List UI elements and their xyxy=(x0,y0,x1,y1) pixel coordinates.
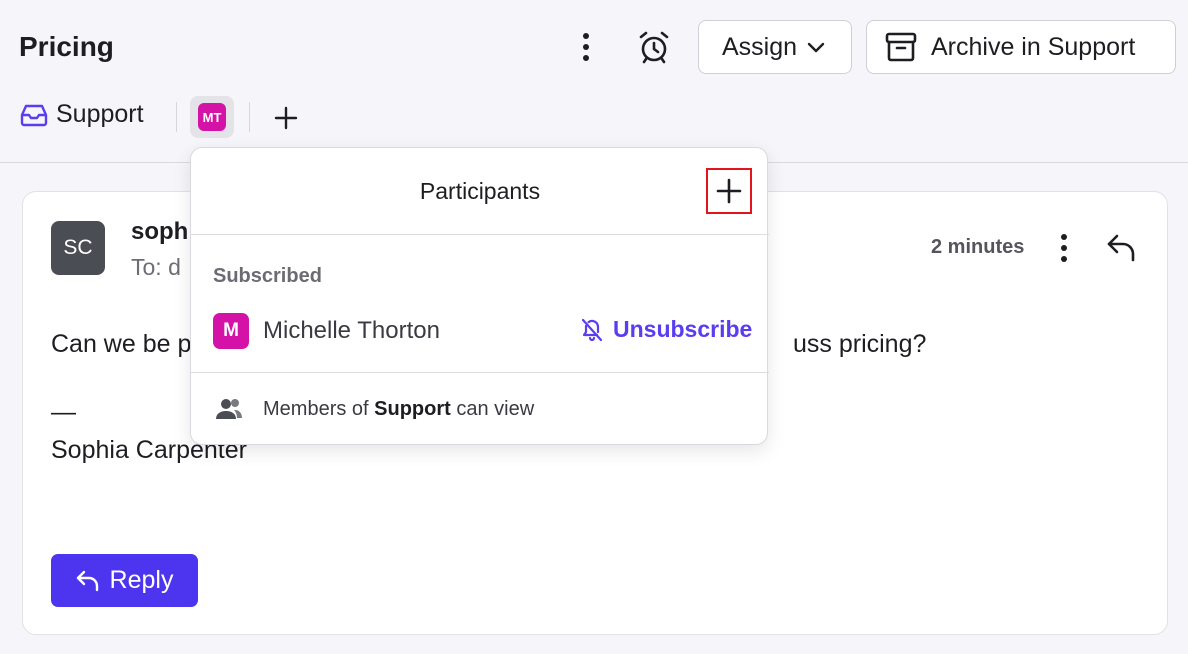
visibility-suffix: can view xyxy=(456,397,535,420)
visibility-prefix: Members of xyxy=(263,397,369,420)
avatar: MT xyxy=(198,103,226,131)
more-vertical-icon xyxy=(1061,234,1067,262)
unsubscribe-button[interactable]: Unsubscribe xyxy=(581,316,752,343)
section-label: Subscribed xyxy=(213,265,322,287)
recipient-text: To: d xyxy=(131,254,181,280)
divider xyxy=(191,372,769,373)
participant-name: Michelle Thorton xyxy=(263,317,440,344)
alarm-clock-icon xyxy=(639,31,669,64)
sender-name: soph xyxy=(131,218,189,245)
message-reply-button[interactable] xyxy=(1105,232,1139,264)
plus-icon xyxy=(716,178,742,204)
popover-title: Participants xyxy=(419,178,541,204)
message-body-start: Can we be p xyxy=(51,330,192,358)
signature-dash: — xyxy=(51,398,76,426)
avatar: M xyxy=(213,313,249,349)
archive-button[interactable]: Archive in Support xyxy=(866,20,1176,74)
participants-button[interactable]: MT xyxy=(190,96,234,138)
add-participant-button[interactable] xyxy=(706,168,752,214)
more-vertical-icon xyxy=(583,33,589,61)
users-icon xyxy=(215,397,243,421)
assign-label: Assign xyxy=(722,32,798,61)
message-more-button[interactable] xyxy=(1053,232,1075,264)
conversation-header: Pricing Assign Archive in Support Suppor… xyxy=(0,0,1188,163)
participants-popover: Participants Subscribed M Michelle Thort… xyxy=(190,147,769,445)
reply-icon xyxy=(76,570,100,592)
page-title: Pricing xyxy=(19,31,114,62)
reply-button[interactable]: Reply xyxy=(51,554,198,607)
reply-label: Reply xyxy=(109,566,174,594)
inbox-label: Support xyxy=(56,100,144,128)
visibility-team: Support xyxy=(374,397,451,420)
divider xyxy=(176,102,177,132)
bell-off-icon xyxy=(581,318,603,342)
unsubscribe-label: Unsubscribe xyxy=(613,316,753,342)
add-tag-button[interactable] xyxy=(272,104,300,132)
avatar: SC xyxy=(51,221,105,275)
visibility-note: Members of Support can view xyxy=(215,397,534,421)
assign-button[interactable]: Assign xyxy=(698,20,852,74)
snooze-button[interactable] xyxy=(634,28,674,66)
message-body-end: uss pricing? xyxy=(793,330,927,358)
plus-icon xyxy=(274,106,298,130)
inbox-icon xyxy=(20,103,48,127)
message-timestamp: 2 minutes xyxy=(931,236,1025,258)
chevron-down-icon xyxy=(807,41,825,53)
more-options-button[interactable] xyxy=(572,30,600,64)
divider xyxy=(191,234,769,235)
inbox-tag[interactable]: Support xyxy=(20,100,144,129)
divider xyxy=(249,102,250,132)
archive-label: Archive in Support xyxy=(931,32,1136,61)
reply-icon xyxy=(1107,234,1135,262)
archive-icon xyxy=(885,32,917,62)
